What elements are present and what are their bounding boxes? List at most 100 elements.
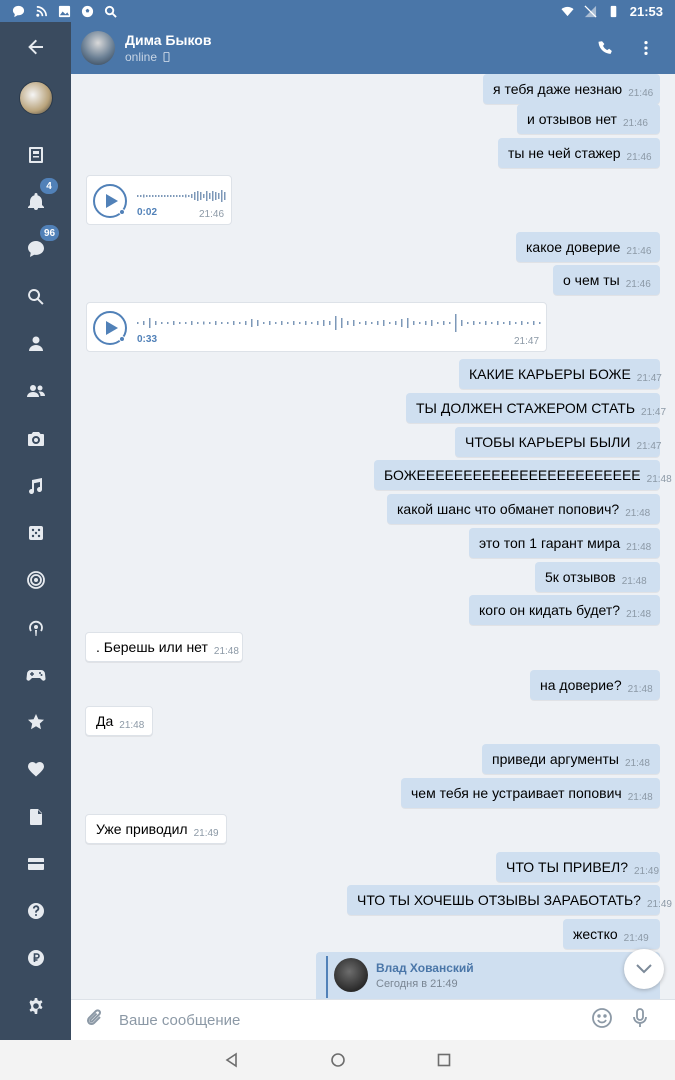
sidebar-item-money[interactable] <box>0 938 71 978</box>
message-time: 21:48 <box>625 507 651 519</box>
sidebar-item-likes[interactable] <box>0 749 71 789</box>
smiley-icon <box>592 1007 612 1028</box>
message-bubble-outgoing[interactable]: ЧТОБЫ КАРЬЕРЫ БЫЛИ 21:47 <box>455 427 661 457</box>
message-bubble-outgoing[interactable]: БОЖЕЕЕЕЕЕЕЕЕЕЕЕЕЕЕЕЕЕЕЕЕЕЕЕ 21:48 <box>374 460 672 490</box>
scroll-to-bottom-button[interactable] <box>624 949 664 989</box>
message-bubble-outgoing[interactable]: какое доверие 21:46 <box>516 232 660 262</box>
message-time: 21:48 <box>626 541 652 553</box>
sidebar-item-notifications[interactable]: 4 <box>0 178 71 222</box>
message-bubble-outgoing[interactable]: это топ 1 гарант мира 21:48 <box>469 528 660 558</box>
sidebar-item-podcasts[interactable] <box>0 608 71 648</box>
message-bubble-incoming[interactable]: . Берешь или нет 21:48 <box>85 632 243 662</box>
sidebar-item-help[interactable] <box>0 891 71 931</box>
notifications-badge: 4 <box>40 178 58 194</box>
sidebar-item-settings[interactable] <box>0 986 71 1026</box>
contact-avatar[interactable] <box>81 31 115 65</box>
sidebar-item-payments[interactable] <box>0 844 71 884</box>
forwarded-author-name[interactable]: Влад Хованский <box>376 961 474 975</box>
sidebar-item-search[interactable] <box>0 277 71 317</box>
voice-message[interactable]: 0:02 21:46 <box>86 175 232 225</box>
message-bubble-outgoing[interactable]: я тебя даже незнаю 21:46 <box>483 74 660 104</box>
message-bubble-incoming[interactable]: Да 21:48 <box>85 706 153 736</box>
back-triangle-icon[interactable] <box>224 1052 240 1068</box>
sidebar-item-music[interactable] <box>0 466 71 506</box>
soccer-ball-icon <box>81 5 94 17</box>
message-time: 21:48 <box>621 575 647 587</box>
clock: 21:53 <box>629 3 663 19</box>
message-bubble-outgoing[interactable]: КАКИЕ КАРЬЕРЫ БОЖЕ 21:47 <box>459 359 662 389</box>
message-time: 21:49 <box>193 827 219 839</box>
home-circle-icon[interactable] <box>330 1052 346 1068</box>
message-time: 21:48 <box>627 683 653 695</box>
forwarded-author-avatar[interactable] <box>334 958 368 992</box>
sidebar-item-friends[interactable] <box>0 324 71 364</box>
sidebar-item-stories[interactable] <box>0 560 71 600</box>
sidebar-item-favorites[interactable] <box>0 702 71 742</box>
chat-bubble-icon <box>12 5 25 17</box>
sidebar-item-news[interactable] <box>0 135 71 175</box>
contact-name[interactable]: Дима Быков <box>125 32 211 48</box>
more-vertical-icon[interactable] <box>637 39 655 57</box>
message-bubble-outgoing[interactable]: 5к отзывов 21:48 <box>535 562 660 592</box>
dice-icon <box>28 526 43 540</box>
sidebar-profile-avatar[interactable] <box>0 78 71 118</box>
messages-badge: 96 <box>40 225 60 241</box>
message-composer <box>71 999 675 1040</box>
message-text: о чем ты <box>563 272 620 288</box>
forwarded-message[interactable]: Влад Хованский Сегодня в 21:49 <box>316 952 660 999</box>
message-list[interactable]: я тебя даже незнаю 21:46 и отзывов нет 2… <box>71 74 675 999</box>
quote-bar <box>326 956 328 998</box>
battery-icon <box>610 5 617 17</box>
message-bubble-outgoing[interactable]: кого он кидать будет? 21:48 <box>469 595 660 625</box>
message-time: 21:48 <box>646 473 672 485</box>
voice-record-button[interactable] <box>629 1007 651 1034</box>
gamepad-icon <box>25 670 46 681</box>
sidebar-item-messages[interactable]: 96 <box>0 225 71 269</box>
message-time: 21:47 <box>636 440 662 452</box>
help-icon <box>27 903 44 919</box>
sidebar-item-documents[interactable] <box>0 797 71 837</box>
microphone-icon <box>633 1007 647 1027</box>
message-time: 21:47 <box>641 406 667 418</box>
message-text: ты не чей стажер <box>508 145 621 161</box>
message-time: 21:48 <box>213 645 239 657</box>
message-input[interactable] <box>119 1011 579 1029</box>
phone-icon[interactable] <box>597 39 615 57</box>
message-bubble-outgoing[interactable]: ты не чей стажер 21:46 <box>498 138 660 168</box>
camera-icon <box>27 432 44 446</box>
sidebar-item-photos[interactable] <box>0 419 71 459</box>
recents-square-icon[interactable] <box>436 1052 452 1068</box>
message-bubble-outgoing[interactable]: приведи аргументы 21:48 <box>482 744 660 774</box>
message-bubble-outgoing[interactable]: какой шанс что обманет попович? 21:48 <box>387 494 660 524</box>
message-bubble-outgoing[interactable]: ЧТО ТЫ ХОЧЕШЬ ОТЗЫВЫ ЗАРАБОТАТЬ? 21:49 <box>347 885 672 915</box>
sidebar-item-communities[interactable] <box>0 371 71 411</box>
voice-duration: 0:02 <box>137 207 158 218</box>
message-bubble-outgoing[interactable]: и отзывов нет 21:46 <box>517 104 660 134</box>
music-note-icon <box>28 478 42 494</box>
message-bubble-outgoing[interactable]: жестко 21:49 <box>563 919 660 949</box>
message-bubble-outgoing[interactable]: чем тебя не устраивает попович 21:48 <box>401 778 660 808</box>
message-text: 5к отзывов <box>545 569 616 585</box>
card-icon <box>27 858 44 870</box>
message-bubble-incoming[interactable]: Уже приводил 21:49 <box>85 814 227 844</box>
message-time: 21:49 <box>633 865 660 877</box>
back-button[interactable] <box>0 27 71 67</box>
paperclip-icon <box>86 1008 101 1025</box>
message-time: 21:47 <box>514 336 540 347</box>
message-bubble-outgoing[interactable]: ЧТО ТЫ ПРИВЕЛ? 21:49 <box>496 852 660 882</box>
message-bubble-outgoing[interactable]: на доверие? 21:48 <box>530 670 660 700</box>
sidebar-item-games-catalog[interactable] <box>0 513 71 553</box>
star-icon <box>27 714 44 730</box>
message-time: 21:46 <box>628 87 654 99</box>
message-bubble-outgoing[interactable]: о чем ты 21:46 <box>553 265 660 295</box>
sidebar-item-games[interactable] <box>0 655 71 695</box>
emoji-button[interactable] <box>591 1007 613 1034</box>
podcast-icon <box>28 620 43 636</box>
message-time: 21:48 <box>627 791 653 803</box>
message-bubble-outgoing[interactable]: ТЫ ДОЛЖЕН СТАЖЕРОМ СТАТЬ 21:47 <box>406 393 666 423</box>
message-text: какой шанс что обманет попович? <box>397 501 620 517</box>
attach-button[interactable] <box>85 1008 105 1033</box>
ruble-icon <box>27 950 44 966</box>
voice-message[interactable]: 0:33 21:47 <box>86 302 547 352</box>
message-text: ТЫ ДОЛЖЕН СТАЖЕРОМ СТАТЬ <box>416 400 636 416</box>
